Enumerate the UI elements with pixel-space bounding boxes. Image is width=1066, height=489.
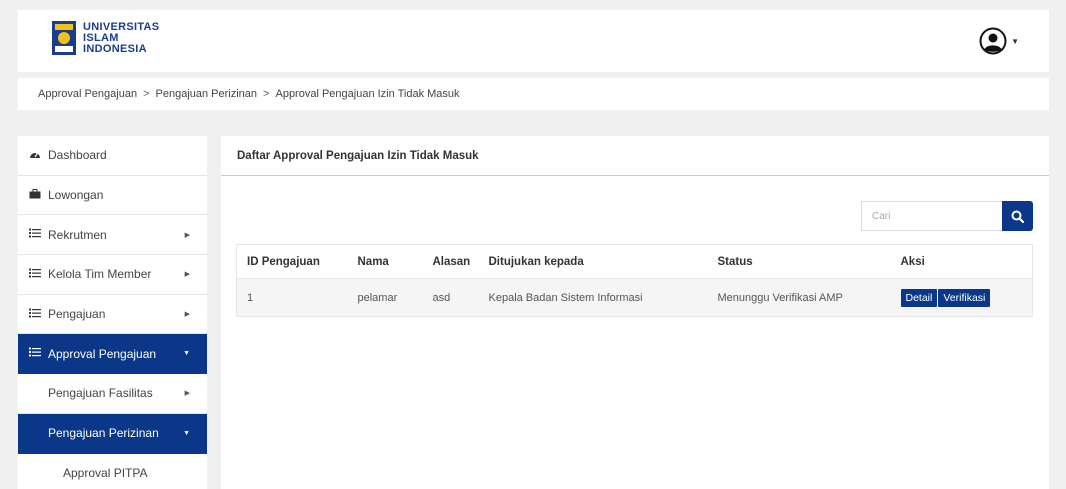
sidebar-item-label: Pengajuan Fasilitas <box>48 386 153 401</box>
breadcrumb-item-current: Approval Pengajuan Izin Tidak Masuk <box>275 88 460 100</box>
caret-down-icon: ▼ <box>183 429 190 437</box>
col-status: Status <box>707 244 891 279</box>
breadcrumb-separator: > <box>263 88 270 100</box>
briefcase-icon <box>28 188 42 202</box>
table-row: 1 pelamar asd Kepala Badan Sistem Inform… <box>236 278 1033 317</box>
caret-right-icon: ▶ <box>184 390 190 398</box>
sidebar: Dashboard Lowongan Rekrutmen ▶ Kelola Ti… <box>18 136 207 489</box>
search-button[interactable] <box>1002 201 1033 231</box>
sidebar-item-pengajuan-fasilitas[interactable]: Pengajuan Fasilitas ▶ <box>18 374 207 414</box>
verifikasi-button[interactable]: Verifikasi <box>938 288 991 307</box>
search-icon <box>1011 210 1024 223</box>
list-icon <box>28 228 42 241</box>
logo-wordmark: UNIVERSITAS ISLAM INDONESIA <box>83 20 160 55</box>
search-bar: Cari <box>861 201 1033 231</box>
breadcrumb-item-perizinan[interactable]: Pengajuan Perizinan <box>156 88 258 100</box>
caret-down-icon: ▼ <box>1011 36 1019 46</box>
cell-aksi: Detail Verifikasi <box>890 278 1033 317</box>
cell-ditujukan: Kepala Badan Sistem Informasi <box>478 278 708 317</box>
main-panel: Daftar Approval Pengajuan Izin Tidak Mas… <box>221 136 1049 489</box>
caret-right-icon: ▶ <box>184 271 190 279</box>
caret-right-icon: ▶ <box>184 311 190 319</box>
sidebar-item-pengajuan-perizinan[interactable]: Pengajuan Perizinan ▼ <box>18 413 207 454</box>
sidebar-item-label: Approval PITPA <box>63 465 148 480</box>
sidebar-item-rekrutmen[interactable]: Rekrutmen ▶ <box>18 215 207 256</box>
cell-status: Menunggu Verifikasi AMP <box>707 278 891 317</box>
col-nama: Nama <box>347 244 423 279</box>
breadcrumb-item-approval[interactable]: Approval Pengajuan <box>38 88 137 100</box>
breadcrumb: Approval Pengajuan > Pengajuan Perizinan… <box>18 78 1049 110</box>
logo-line-1: UNIVERSITAS <box>83 20 160 33</box>
top-header: UNIVERSITAS ISLAM INDONESIA ▼ <box>18 10 1049 72</box>
cell-nama: pelamar <box>347 278 423 317</box>
sidebar-item-pengajuan[interactable]: Pengajuan ▶ <box>18 295 207 335</box>
detail-button[interactable]: Detail <box>900 288 938 307</box>
caret-down-icon: ▼ <box>183 350 190 358</box>
sidebar-item-label: Approval Pengajuan <box>48 346 157 361</box>
approval-table: ID Pengajuan Nama Alasan Ditujukan kepad… <box>236 244 1033 317</box>
cell-alasan: asd <box>422 278 479 317</box>
list-icon <box>28 308 42 321</box>
sidebar-item-approval-pitpa[interactable]: Approval PITPA <box>18 454 207 489</box>
col-id-pengajuan: ID Pengajuan <box>236 244 348 279</box>
cell-id: 1 <box>236 278 348 317</box>
logo-line-3: INDONESIA <box>83 42 147 55</box>
col-alasan: Alasan <box>422 244 479 279</box>
list-icon <box>28 347 42 360</box>
panel-title: Daftar Approval Pengajuan Izin Tidak Mas… <box>221 136 1049 176</box>
breadcrumb-separator: > <box>143 88 150 100</box>
sidebar-item-approval-pengajuan[interactable]: Approval Pengajuan ▼ <box>18 334 207 375</box>
uii-emblem-icon <box>51 20 77 56</box>
table-header-row: ID Pengajuan Nama Alasan Ditujukan kepad… <box>236 244 1033 279</box>
col-ditujukan: Ditujukan kepada <box>478 244 708 279</box>
sidebar-item-label: Pengajuan <box>48 307 106 322</box>
caret-right-icon: ▶ <box>184 231 190 239</box>
sidebar-item-label: Dashboard <box>48 148 107 163</box>
sidebar-item-lowongan[interactable]: Lowongan <box>18 176 207 216</box>
uii-logo[interactable]: UNIVERSITAS ISLAM INDONESIA <box>51 20 159 56</box>
col-aksi: Aksi <box>890 244 1033 279</box>
sidebar-item-label: Pengajuan Perizinan <box>48 426 159 441</box>
sidebar-item-dashboard[interactable]: Dashboard <box>18 136 207 176</box>
list-icon <box>28 268 42 281</box>
user-menu-button[interactable]: ▼ <box>979 27 1019 55</box>
search-input[interactable]: Cari <box>861 201 1002 231</box>
sidebar-item-label: Lowongan <box>48 188 104 203</box>
sidebar-item-label: Kelola Tim Member <box>48 267 152 282</box>
user-circle-icon <box>979 27 1007 55</box>
sidebar-item-label: Rekrutmen <box>48 227 107 242</box>
logo-line-2: ISLAM <box>83 31 119 44</box>
dashboard-icon <box>28 149 42 162</box>
sidebar-item-kelola-tim-member[interactable]: Kelola Tim Member ▶ <box>18 255 207 295</box>
